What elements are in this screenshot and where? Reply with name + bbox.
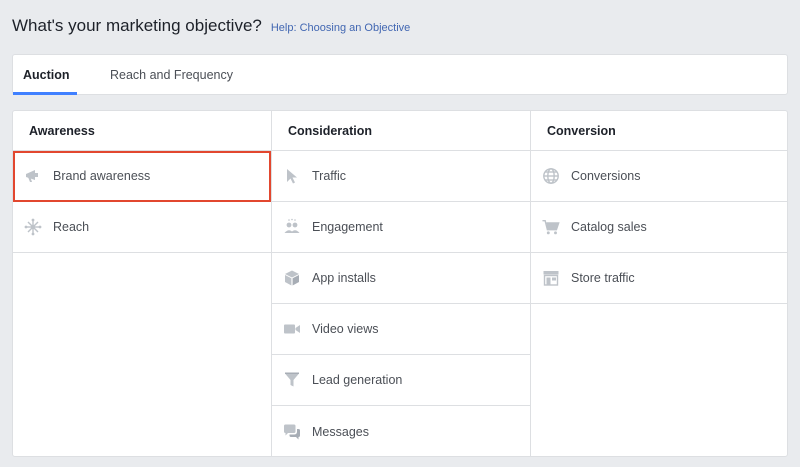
objective-label: Store traffic [571, 271, 635, 285]
objective-traffic[interactable]: Traffic [272, 151, 530, 202]
page-title: What's your marketing objective? [12, 16, 262, 35]
objective-conversions[interactable]: Conversions [531, 151, 787, 202]
objective-engagement[interactable]: Engagement [272, 202, 530, 253]
consideration-column: Consideration Traffic Engagement App ins… [272, 111, 531, 456]
awareness-column-header: Awareness [13, 111, 271, 151]
tab-reach-and-frequency[interactable]: Reach and Frequency [110, 55, 233, 94]
objective-label: Engagement [312, 220, 383, 234]
objective-store-traffic[interactable]: Store traffic [531, 253, 787, 304]
objective-label: Conversions [571, 169, 641, 183]
objective-reach[interactable]: Reach [13, 202, 271, 253]
objective-label: Video views [312, 322, 379, 336]
objective-tabbar: Auction Reach and Frequency [12, 54, 788, 95]
shopping-cart-icon [542, 218, 560, 236]
tab-auction[interactable]: Auction [13, 55, 77, 95]
tab-auction-label: Auction [23, 67, 70, 82]
megaphone-icon [24, 167, 42, 185]
objective-video-views[interactable]: Video views [272, 304, 530, 355]
awareness-column: Awareness Brand awareness Reach [13, 111, 272, 456]
tab-reach-and-frequency-label: Reach and Frequency [110, 67, 233, 82]
objective-brand-awareness[interactable]: Brand awareness [13, 151, 271, 202]
people-icon [283, 218, 301, 236]
conversion-column: Conversion Conversions Catalog sales Sto… [531, 111, 787, 456]
objective-app-installs[interactable]: App installs [272, 253, 530, 304]
globe-icon [542, 167, 560, 185]
objective-label: Traffic [312, 169, 347, 183]
video-camera-icon [283, 320, 301, 338]
page-header: What's your marketing objective? Help: C… [12, 16, 410, 44]
objective-catalog-sales[interactable]: Catalog sales [531, 202, 787, 253]
objective-grid: Awareness Brand awareness Reach Consider… [12, 110, 788, 457]
box-icon [283, 269, 301, 287]
reach-icon [24, 218, 42, 236]
objective-label: Lead generation [312, 373, 403, 387]
consideration-column-header: Consideration [272, 111, 530, 151]
objective-label: App installs [312, 271, 376, 285]
objective-lead-generation[interactable]: Lead generation [272, 355, 530, 406]
objective-label: Reach [53, 220, 90, 234]
objective-label: Messages [312, 424, 369, 439]
cursor-icon [283, 167, 301, 185]
help-link[interactable]: Help: Choosing an Objective [271, 22, 410, 34]
storefront-icon [542, 269, 560, 287]
conversion-column-header: Conversion [531, 111, 787, 151]
objective-label: Brand awareness [53, 169, 151, 183]
objective-label: Catalog sales [571, 220, 647, 234]
chat-bubbles-icon [283, 423, 301, 441]
objective-messages[interactable]: Messages [272, 406, 530, 456]
funnel-icon [283, 371, 301, 389]
